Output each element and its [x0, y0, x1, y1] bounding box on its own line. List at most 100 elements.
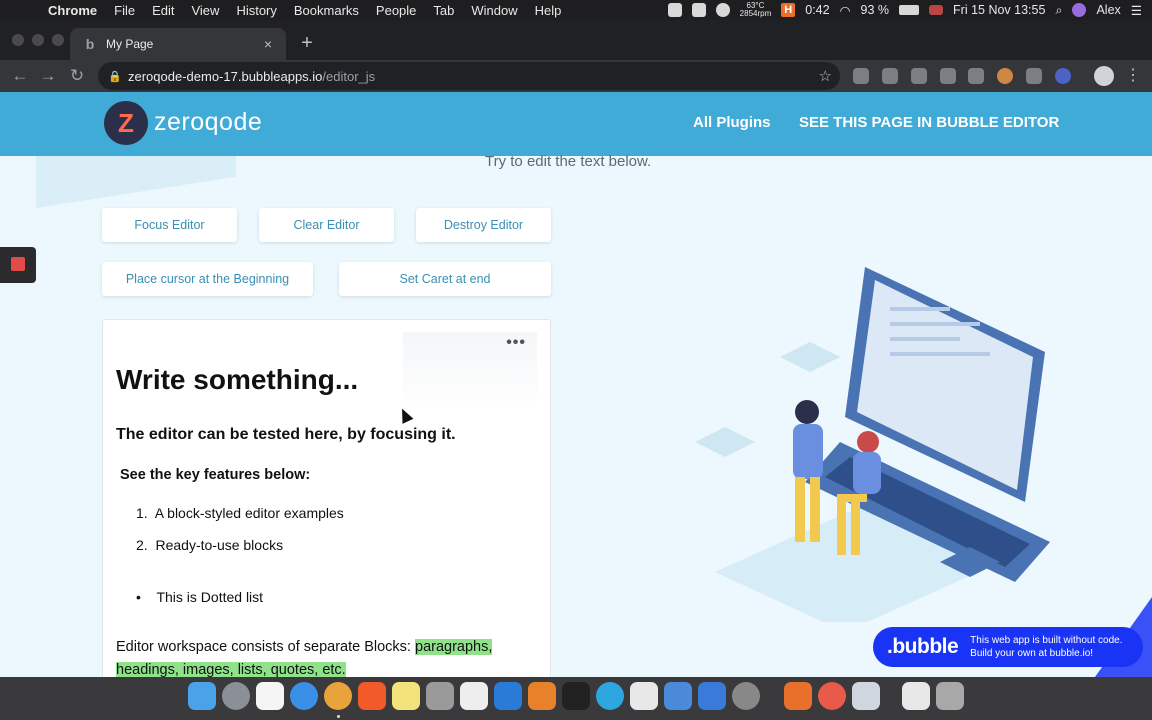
reload-icon[interactable]: ↻: [66, 65, 88, 87]
vscode-icon[interactable]: [494, 682, 522, 710]
clock-text[interactable]: Fri 15 Nov 13:55: [953, 3, 1045, 17]
nav-all-plugins[interactable]: All Plugins: [693, 114, 771, 131]
system-preferences-icon[interactable]: [732, 682, 760, 710]
editor-paragraph[interactable]: Editor workspace consists of separate Bl…: [116, 636, 536, 677]
editor-js-block-editor[interactable]: ••• Write something... The editor can be…: [102, 319, 551, 677]
calculator-icon[interactable]: [426, 682, 454, 710]
running-indicator: [337, 715, 340, 718]
menu-file[interactable]: File: [114, 3, 135, 18]
activity-monitor-icon[interactable]: [460, 682, 488, 710]
menu-tab[interactable]: Tab: [433, 3, 454, 18]
list-item[interactable]: 2. Ready-to-use blocks: [136, 537, 283, 553]
editor-heading[interactable]: Write something...: [116, 364, 358, 396]
maximize-window-icon[interactable]: [52, 34, 64, 46]
extension-globe-icon[interactable]: [1055, 68, 1071, 84]
preview-icon[interactable]: [852, 682, 880, 710]
bullet-list-item[interactable]: • This is Dotted list: [136, 589, 263, 605]
page-subtitle: Try to edit the text below.: [485, 153, 652, 170]
ublock-extension-icon[interactable]: [911, 68, 927, 84]
vpn-icon[interactable]: [667, 3, 682, 17]
profile-avatar[interactable]: [1094, 66, 1114, 86]
xcode-icon[interactable]: [698, 682, 726, 710]
extension-link-icon[interactable]: [940, 68, 956, 84]
safari-icon[interactable]: [290, 682, 318, 710]
site-header: Z zeroqode All Plugins SEE THIS PAGE IN …: [0, 92, 1152, 156]
macos-dock: [0, 677, 1152, 720]
set-caret-end-button[interactable]: Set Caret at end: [339, 262, 551, 296]
features-title[interactable]: See the key features below:: [120, 467, 310, 483]
back-icon[interactable]: ←: [9, 65, 31, 87]
zeroqode-logo-icon[interactable]: Z: [104, 101, 148, 145]
nav-bubble-editor[interactable]: SEE THIS PAGE IN BUBBLE EDITOR: [799, 114, 1059, 131]
page-viewport: Z zeroqode All Plugins SEE THIS PAGE IN …: [0, 92, 1152, 677]
launchpad-icon[interactable]: [222, 682, 250, 710]
harvest-icon[interactable]: H: [781, 3, 796, 17]
destroy-editor-button[interactable]: Destroy Editor: [416, 208, 551, 242]
close-window-icon[interactable]: [12, 34, 24, 46]
new-tab-icon[interactable]: +: [296, 32, 318, 54]
brave-icon[interactable]: [358, 682, 386, 710]
menu-bookmarks[interactable]: Bookmarks: [294, 3, 359, 18]
color-picker-extension-icon[interactable]: [997, 68, 1013, 84]
menu-help[interactable]: Help: [535, 3, 562, 18]
menu-window[interactable]: Window: [471, 3, 517, 18]
lock-icon[interactable]: 🔒: [108, 70, 122, 83]
battery-icon[interactable]: [899, 5, 920, 15]
control-center-icon[interactable]: ☰: [1131, 3, 1142, 18]
harvest-dock-icon[interactable]: [784, 682, 812, 710]
timer-text[interactable]: 0:42: [805, 3, 829, 17]
sublime-icon[interactable]: [528, 682, 556, 710]
telegram-tray-icon[interactable]: [715, 3, 730, 17]
adblock-extension-icon[interactable]: [853, 68, 869, 84]
user-name[interactable]: Alex: [1096, 3, 1120, 17]
search-icon[interactable]: ⌕: [1055, 3, 1062, 18]
menu-edit[interactable]: Edit: [152, 3, 174, 18]
clear-editor-button[interactable]: Clear Editor: [259, 208, 394, 242]
trash-icon[interactable]: [936, 682, 964, 710]
logo-text[interactable]: zeroqode: [154, 108, 262, 137]
block-settings-icon[interactable]: •••: [506, 334, 526, 352]
extension-s-icon[interactable]: [968, 68, 984, 84]
browser-toolbar: ← → ↻ 🔒 zeroqode-demo-17.bubbleapps.io/e…: [0, 60, 1152, 92]
url-path: /editor_js: [322, 68, 376, 84]
temperature-readout[interactable]: 63°C 2854rpm: [740, 2, 772, 18]
editor-subheading[interactable]: The editor can be tested here, by focusi…: [116, 426, 456, 444]
wifi-icon[interactable]: ◠: [840, 3, 851, 18]
telegram-icon[interactable]: [596, 682, 624, 710]
menu-history[interactable]: History: [236, 3, 276, 18]
address-bar[interactable]: 🔒 zeroqode-demo-17.bubbleapps.io/editor_…: [98, 62, 840, 90]
close-tab-icon[interactable]: ×: [260, 36, 276, 52]
siri-icon[interactable]: [1072, 3, 1087, 17]
bookmark-star-icon[interactable]: ☆: [819, 67, 832, 85]
menu-view[interactable]: View: [191, 3, 219, 18]
macos-menu-bar: Chrome File Edit View History Bookmarks …: [0, 0, 1152, 20]
place-cursor-beginning-button[interactable]: Place cursor at the Beginning: [102, 262, 313, 296]
list-item[interactable]: 1. A block-styled editor examples: [136, 505, 344, 521]
extension-m-icon[interactable]: [882, 68, 898, 84]
recording-widget[interactable]: [0, 247, 36, 283]
notes-icon[interactable]: [392, 682, 420, 710]
tab-strip: b My Page × +: [0, 20, 1152, 60]
menu-people[interactable]: People: [376, 3, 416, 18]
screenshot-extension-icon[interactable]: [1026, 68, 1042, 84]
lens-icon[interactable]: [818, 682, 846, 710]
stop-record-icon[interactable]: [11, 257, 25, 271]
document-icon[interactable]: [902, 682, 930, 710]
files-icon[interactable]: [664, 682, 692, 710]
tab-my-page[interactable]: b My Page ×: [70, 28, 286, 60]
activity-icon[interactable]: [691, 3, 706, 17]
battery-percent[interactable]: 93 %: [861, 3, 890, 17]
chrome-icon[interactable]: [324, 682, 352, 710]
focus-editor-button[interactable]: Focus Editor: [102, 208, 237, 242]
forward-icon[interactable]: →: [37, 65, 59, 87]
finder-icon[interactable]: [188, 682, 216, 710]
slack-icon[interactable]: [630, 682, 658, 710]
terminal-icon[interactable]: [562, 682, 590, 710]
flag-icon[interactable]: [929, 5, 944, 15]
chrome-menu-icon[interactable]: ⋮: [1124, 66, 1142, 86]
bubble-badge-text: This web app is built without code. Build…: [970, 635, 1123, 659]
menu-app-name[interactable]: Chrome: [48, 3, 97, 18]
calendar-icon[interactable]: [256, 682, 284, 710]
minimize-window-icon[interactable]: [32, 34, 44, 46]
built-on-bubble-badge[interactable]: .bubble This web app is built without co…: [873, 627, 1143, 667]
